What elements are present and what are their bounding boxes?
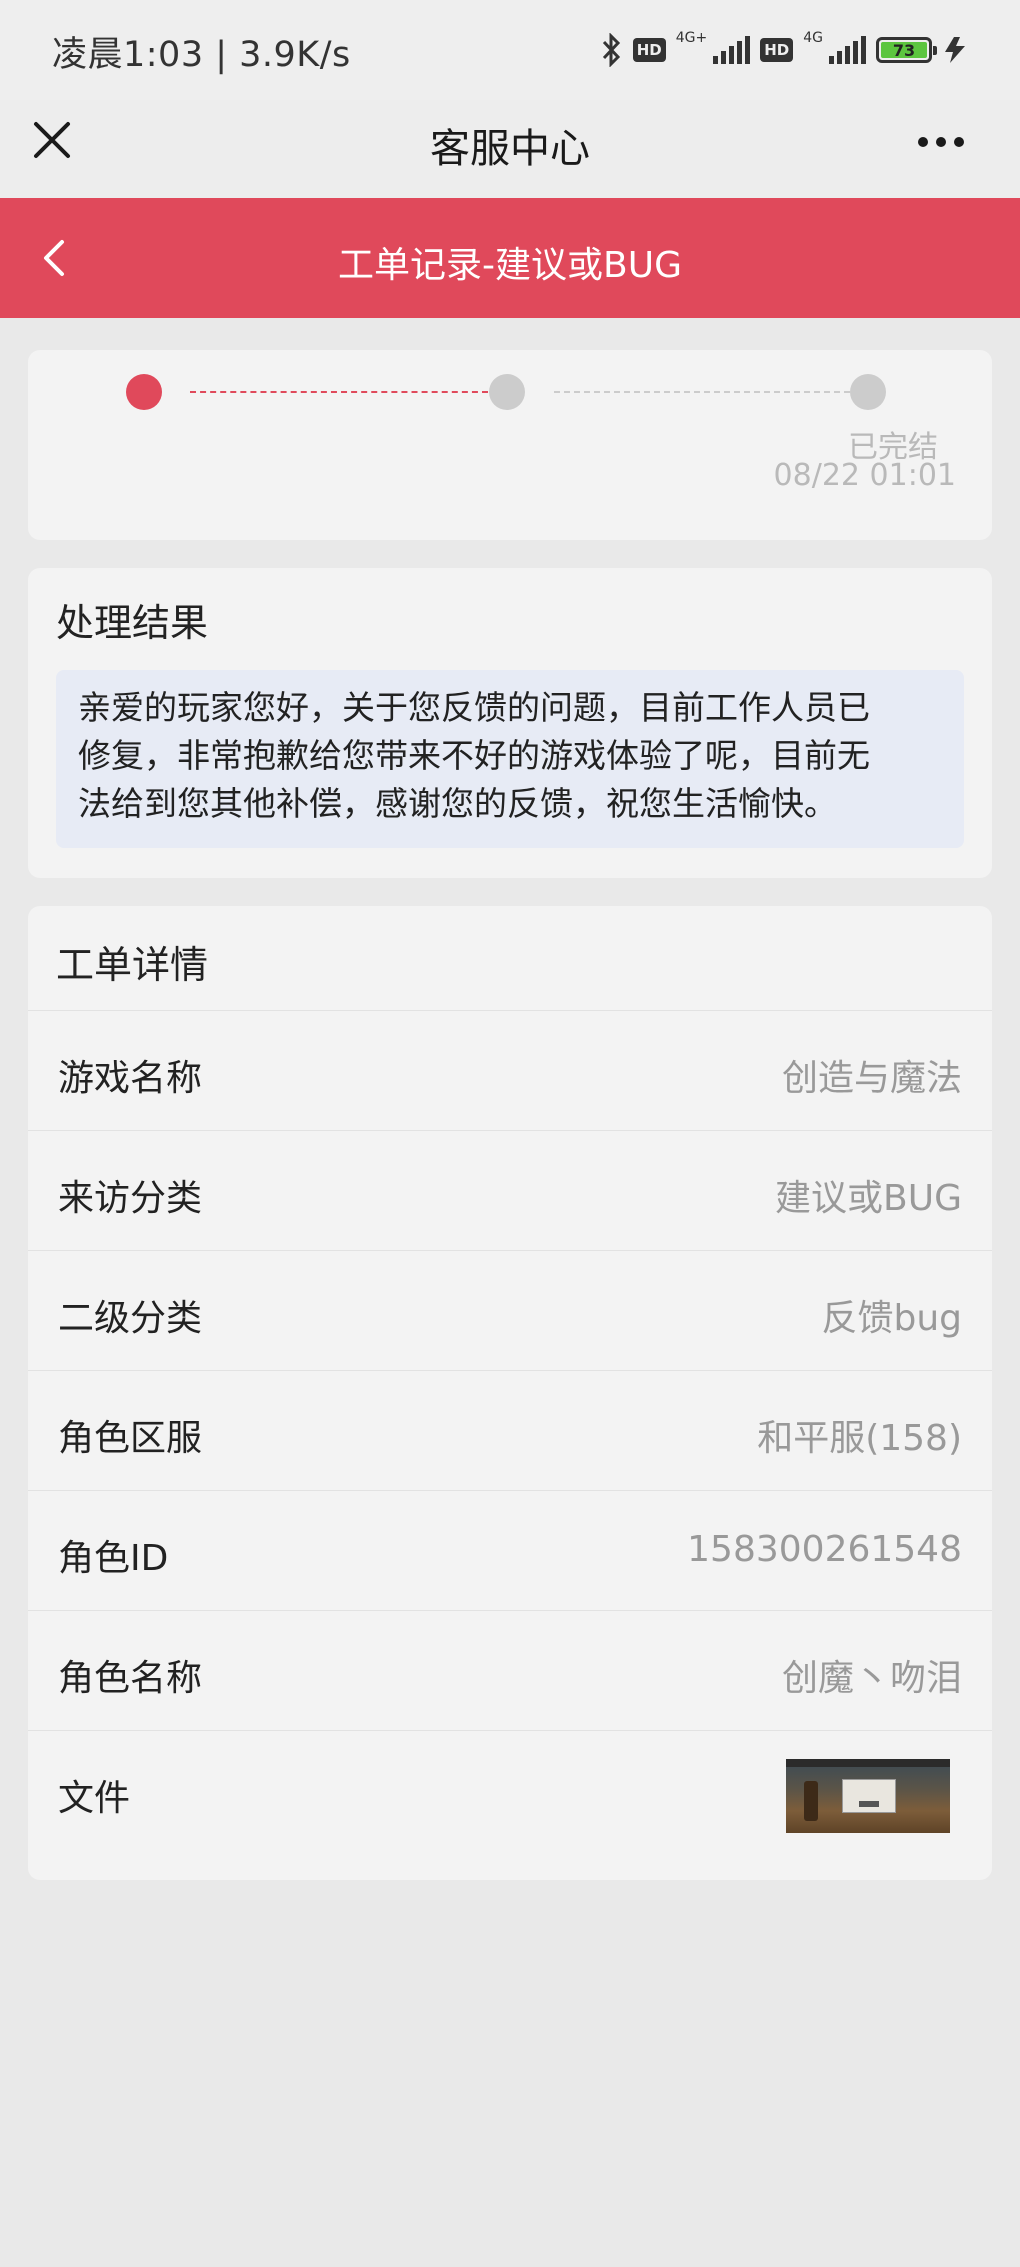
status-time: 凌晨1:03 | 3.9K/s (52, 35, 351, 75)
detail-value: 和平服(158) (757, 1418, 962, 1459)
status-icons: HD 4G+ HD 4G 73 (601, 30, 968, 70)
detail-label: 角色ID (58, 1538, 169, 1579)
detail-row-file: 文件 (28, 1730, 992, 1860)
hd-badge: HD (760, 38, 794, 62)
detail-label: 二级分类 (58, 1298, 203, 1339)
wechat-nav-bar: 客服中心 (0, 100, 1020, 198)
ticket-detail-card: 工单详情 游戏名称 创造与魔法 来访分类 建议或BUG 二级分类 反馈bug 角… (28, 906, 992, 1880)
detail-label: 来访分类 (58, 1178, 203, 1219)
status-bar: 凌晨1:03 | 3.9K/s HD 4G+ HD 4G 73 (0, 0, 1020, 100)
step-date-label: 08/22 01:01 (773, 458, 956, 493)
detail-label: 文件 (58, 1778, 131, 1819)
detail-value: 创魔丶吻泪 (781, 1658, 962, 1699)
detail-row-role-id: 角色ID 158300261548 (28, 1490, 992, 1610)
result-card: 处理结果 亲爱的玩家您好，关于您反馈的问题，目前工作人员已 修复，非常抱歉给您带… (28, 568, 992, 878)
detail-value: 158300261548 (687, 1529, 962, 1570)
detail-label: 角色名称 (58, 1658, 203, 1699)
result-section-title: 处理结果 (56, 601, 209, 645)
detail-row-visit-category: 来访分类 建议或BUG (28, 1130, 992, 1250)
detail-row-role-name: 角色名称 创魔丶吻泪 (28, 1610, 992, 1730)
bluetooth-icon (602, 33, 620, 67)
network-type-label: 4G+ (675, 30, 708, 46)
result-message: 亲爱的玩家您好，关于您反馈的问题，目前工作人员已 修复，非常抱歉给您带来不好的游… (56, 670, 964, 848)
detail-section-title: 工单详情 (56, 943, 209, 987)
attachment-thumbnail[interactable] (786, 1759, 950, 1833)
battery-icon: 73 (876, 37, 937, 63)
step-dot-submitted (126, 374, 162, 410)
signal-strength-icon (713, 36, 751, 64)
result-message-line: 法给到您其他补偿，感谢您的反馈，祝您生活愉快。 (78, 784, 837, 823)
signal-strength-icon (829, 36, 866, 64)
step-dot-completed (850, 374, 886, 410)
detail-row-server: 角色区服 和平服(158) (28, 1370, 992, 1490)
battery-level: 73 (881, 41, 927, 60)
ticket-record-title: 工单记录-建议或BUG (338, 245, 682, 286)
network-type-label: 4G (803, 30, 823, 46)
charging-icon (945, 37, 965, 63)
progress-card: 已完结 08/22 01:01 (28, 350, 992, 540)
page-header: 工单记录-建议或BUG (0, 198, 1020, 318)
detail-value: 创造与魔法 (781, 1058, 962, 1099)
page-title: 客服中心 (430, 126, 590, 172)
hd-badge: HD (632, 38, 666, 62)
detail-label: 游戏名称 (58, 1058, 203, 1099)
detail-value: 反馈bug (821, 1298, 962, 1339)
detail-row-sub-category: 二级分类 反馈bug (28, 1250, 992, 1370)
result-message-line: 修复，非常抱歉给您带来不好的游戏体验了呢，目前无 (78, 736, 870, 775)
step-connector (554, 391, 850, 393)
step-dot-processing (489, 374, 525, 410)
detail-value: 建议或BUG (775, 1178, 962, 1219)
detail-row-game-name: 游戏名称 创造与魔法 (28, 1010, 992, 1130)
more-options-icon[interactable] (918, 132, 978, 152)
result-message-line: 亲爱的玩家您好，关于您反馈的问题，目前工作人员已 (78, 688, 870, 727)
detail-label: 角色区服 (58, 1418, 203, 1459)
step-connector (190, 391, 488, 393)
